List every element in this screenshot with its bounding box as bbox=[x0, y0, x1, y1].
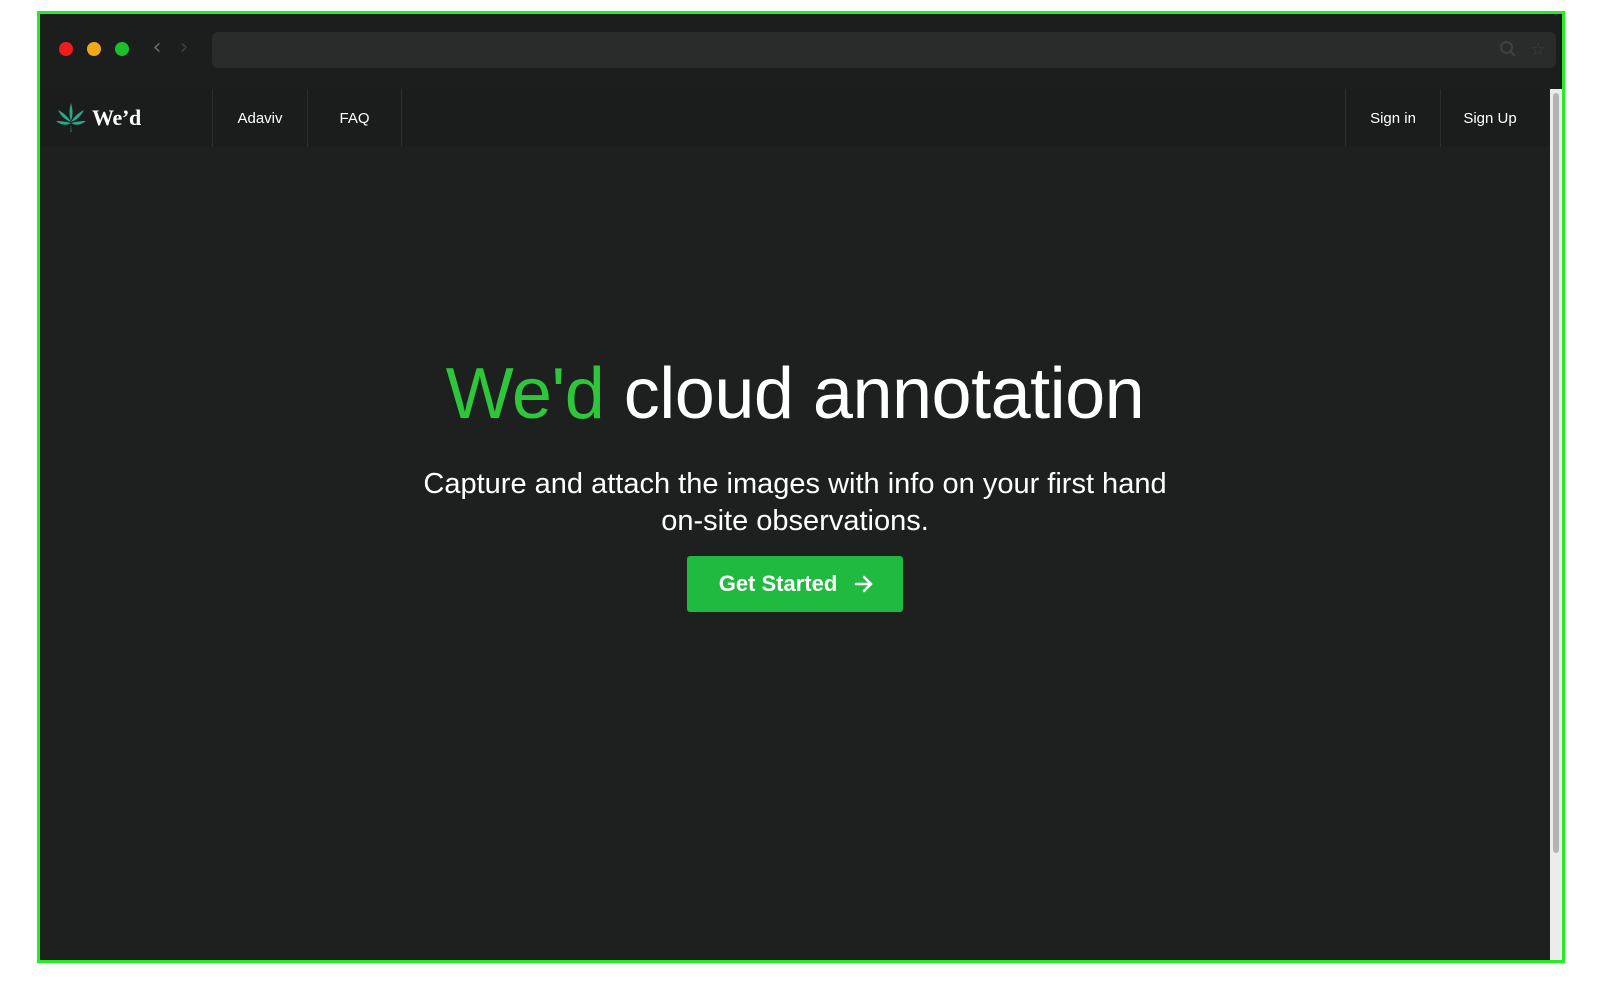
hero-subtitle: Capture and attach the images with info … bbox=[423, 468, 1167, 537]
hero-title-brand: We'd bbox=[445, 354, 605, 434]
brand-logo[interactable]: We’d bbox=[54, 99, 141, 137]
sign-in-link[interactable]: Sign in bbox=[1345, 89, 1440, 147]
sign-up-link[interactable]: Sign Up bbox=[1440, 89, 1539, 147]
close-window-button[interactable] bbox=[59, 42, 73, 56]
hero-title: We'd cloud annotation bbox=[40, 354, 1550, 434]
hero-section: We'd cloud annotation Capture and attach… bbox=[40, 354, 1550, 612]
minimize-window-button[interactable] bbox=[87, 42, 101, 56]
brand-name: We’d bbox=[92, 105, 141, 130]
nav-link-faq[interactable]: FAQ bbox=[307, 89, 402, 147]
chevron-left-icon[interactable]: ‹ bbox=[147, 37, 167, 59]
hero-title-rest: cloud annotation bbox=[623, 354, 1145, 434]
maximize-window-button[interactable] bbox=[115, 42, 129, 56]
get-started-label: Get Started bbox=[718, 571, 838, 596]
scrollbar-thumb[interactable] bbox=[1553, 93, 1559, 853]
search-icon[interactable] bbox=[1498, 40, 1518, 60]
leaf-logo-icon bbox=[56, 103, 86, 132]
browser-window: ‹ › ☆ We’d Adaviv FAQ Sign in Sign Up We… bbox=[37, 11, 1565, 963]
page-scrollbar[interactable] bbox=[1550, 89, 1562, 960]
site-navbar: We’d Adaviv FAQ Sign in Sign Up bbox=[40, 89, 1550, 147]
star-icon[interactable]: ☆ bbox=[1528, 40, 1548, 60]
arrow-right-icon bbox=[854, 575, 873, 593]
nav-link-adaviv[interactable]: Adaviv bbox=[212, 89, 307, 147]
chevron-right-icon[interactable]: › bbox=[174, 37, 194, 59]
get-started-button[interactable]: Get Started bbox=[686, 556, 904, 612]
browser-toolbar: ‹ › ☆ bbox=[40, 14, 1562, 89]
address-bar[interactable]: ☆ bbox=[212, 32, 1556, 68]
